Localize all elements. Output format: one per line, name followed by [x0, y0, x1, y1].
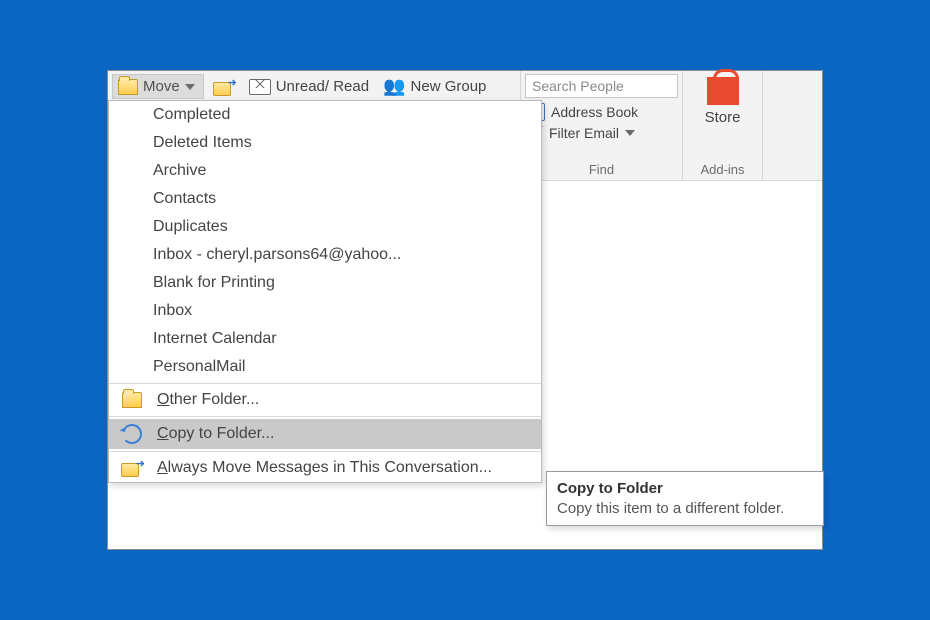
folder-icon: [118, 79, 138, 95]
menu-item-archive[interactable]: Archive: [109, 157, 541, 185]
unread-read-button[interactable]: Unread/ Read: [244, 75, 374, 98]
folder-arrow-icon: [213, 78, 235, 96]
move-to-folder-button[interactable]: [208, 75, 240, 99]
menu-item-label: Internet Calendar: [153, 330, 277, 348]
menu-item-inbox-account[interactable]: Inbox - cheryl.parsons64@yahoo...: [109, 241, 541, 269]
chevron-down-icon: [185, 84, 195, 90]
store-icon: [707, 77, 739, 105]
menu-item-completed[interactable]: Completed: [109, 101, 541, 129]
menu-item-other-folder[interactable]: Other Folder...: [109, 386, 541, 414]
move-button[interactable]: Move: [112, 74, 204, 99]
people-icon: 👥: [383, 76, 405, 97]
menu-item-label: Archive: [153, 162, 206, 180]
tooltip: Copy to Folder Copy this item to a diffe…: [546, 471, 824, 526]
addins-group-label: Add-ins: [700, 162, 744, 180]
menu-item-label: Copy to Folder...: [157, 425, 274, 443]
search-placeholder: Search People: [532, 78, 624, 94]
find-group: Search People Address Book Filter Email …: [521, 71, 683, 180]
addins-group: Store Add-ins: [683, 71, 763, 180]
tooltip-description: Copy this item to a different folder.: [557, 500, 813, 517]
menu-separator: [109, 451, 541, 452]
store-button[interactable]: Store: [705, 109, 741, 126]
outlook-window: Move Unread/ Read 👥 New Group oups: [107, 70, 823, 550]
folder-open-icon: [119, 392, 145, 408]
menu-item-contacts[interactable]: Contacts: [109, 185, 541, 213]
menu-item-label: Blank for Printing: [153, 274, 275, 292]
chevron-down-icon: [625, 130, 635, 136]
menu-item-label: PersonalMail: [153, 358, 245, 376]
menu-item-label: Other Folder...: [157, 391, 259, 409]
new-group-label: New Group: [411, 78, 487, 95]
new-group-button[interactable]: 👥 New Group: [378, 73, 491, 100]
ribbon-row-main: Move Unread/ Read 👥 New Group: [108, 71, 520, 102]
move-label: Move: [143, 78, 180, 95]
menu-item-label: Duplicates: [153, 218, 228, 236]
menu-item-label: Inbox - cheryl.parsons64@yahoo...: [153, 246, 401, 264]
copy-cycle-icon: [119, 424, 145, 444]
menu-item-blank-printing[interactable]: Blank for Printing: [109, 269, 541, 297]
unread-read-label: Unread/ Read: [276, 78, 369, 95]
filter-email-button[interactable]: Filter Email: [525, 123, 678, 143]
address-book-label: Address Book: [551, 104, 638, 120]
menu-item-always-move[interactable]: Always Move Messages in This Conversatio…: [109, 454, 541, 482]
filter-email-label: Filter Email: [549, 125, 619, 141]
search-people-input[interactable]: Search People: [525, 74, 678, 98]
menu-item-internet-calendar[interactable]: Internet Calendar: [109, 325, 541, 353]
menu-item-personal-mail[interactable]: PersonalMail: [109, 353, 541, 381]
envelope-icon: [249, 79, 271, 95]
folder-arrow-icon: [119, 459, 145, 477]
move-dropdown-menu: Completed Deleted Items Archive Contacts…: [108, 100, 542, 483]
address-book-button[interactable]: Address Book: [525, 101, 678, 123]
menu-item-label: Always Move Messages in This Conversatio…: [157, 459, 492, 477]
menu-separator: [109, 383, 541, 384]
menu-item-duplicates[interactable]: Duplicates: [109, 213, 541, 241]
menu-item-label: Contacts: [153, 190, 216, 208]
ribbon-right: oups Search People Address Book Filter E…: [520, 71, 822, 180]
menu-item-copy-to-folder[interactable]: Copy to Folder...: [109, 419, 541, 449]
tooltip-title: Copy to Folder: [557, 480, 813, 497]
partial-group: [763, 71, 822, 180]
menu-item-label: Inbox: [153, 302, 192, 320]
find-group-label: Find: [525, 162, 678, 180]
menu-separator: [109, 416, 541, 417]
menu-item-inbox[interactable]: Inbox: [109, 297, 541, 325]
menu-item-label: Deleted Items: [153, 134, 252, 152]
menu-item-deleted-items[interactable]: Deleted Items: [109, 129, 541, 157]
menu-item-label: Completed: [153, 106, 230, 124]
